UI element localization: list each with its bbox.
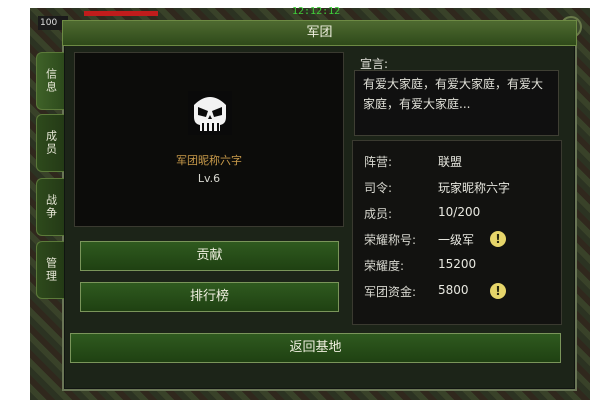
contribute-button[interactable]: 贡献	[80, 241, 339, 271]
honor-title-label: 荣耀称号:	[364, 233, 417, 247]
declaration-text: 有爱大家庭，有爱大家庭，有爱大家庭，有爱大家庭...	[354, 70, 559, 136]
tab-members[interactable]: 成员	[36, 114, 64, 172]
window-title: 军团	[62, 20, 577, 46]
camp-value: 联盟	[438, 155, 463, 169]
tab-manage[interactable]: 管理	[36, 241, 64, 299]
skull-emblem-icon	[188, 91, 232, 135]
funds-value: 5800	[438, 283, 469, 297]
return-base-button[interactable]: 返回基地	[70, 333, 561, 363]
honor-value: 15200	[438, 257, 477, 271]
camp-label: 阵营:	[364, 155, 393, 169]
members-value: 10/200	[438, 205, 481, 219]
commander-label: 司令:	[364, 181, 393, 195]
guild-level: Lv.6	[197, 172, 221, 185]
honor-title-info-icon[interactable]: !	[490, 231, 506, 247]
funds-info-icon[interactable]: !	[490, 283, 506, 299]
hud-health-bar	[84, 11, 158, 16]
hud-time: 12:12:12	[292, 6, 341, 17]
honor-title-value: 一级军	[438, 233, 475, 247]
funds-label: 军团资金:	[364, 285, 417, 299]
guild-profile-panel	[74, 52, 344, 227]
honor-label: 荣耀度:	[364, 259, 405, 273]
tab-war[interactable]: 战争	[36, 178, 64, 236]
guild-name: 军团昵称六字	[176, 154, 242, 167]
commander-value: 玩家昵称六字	[438, 181, 511, 195]
members-label: 成员:	[364, 207, 393, 221]
ranking-button[interactable]: 排行榜	[80, 282, 339, 312]
tab-info[interactable]: 信息	[36, 52, 64, 110]
